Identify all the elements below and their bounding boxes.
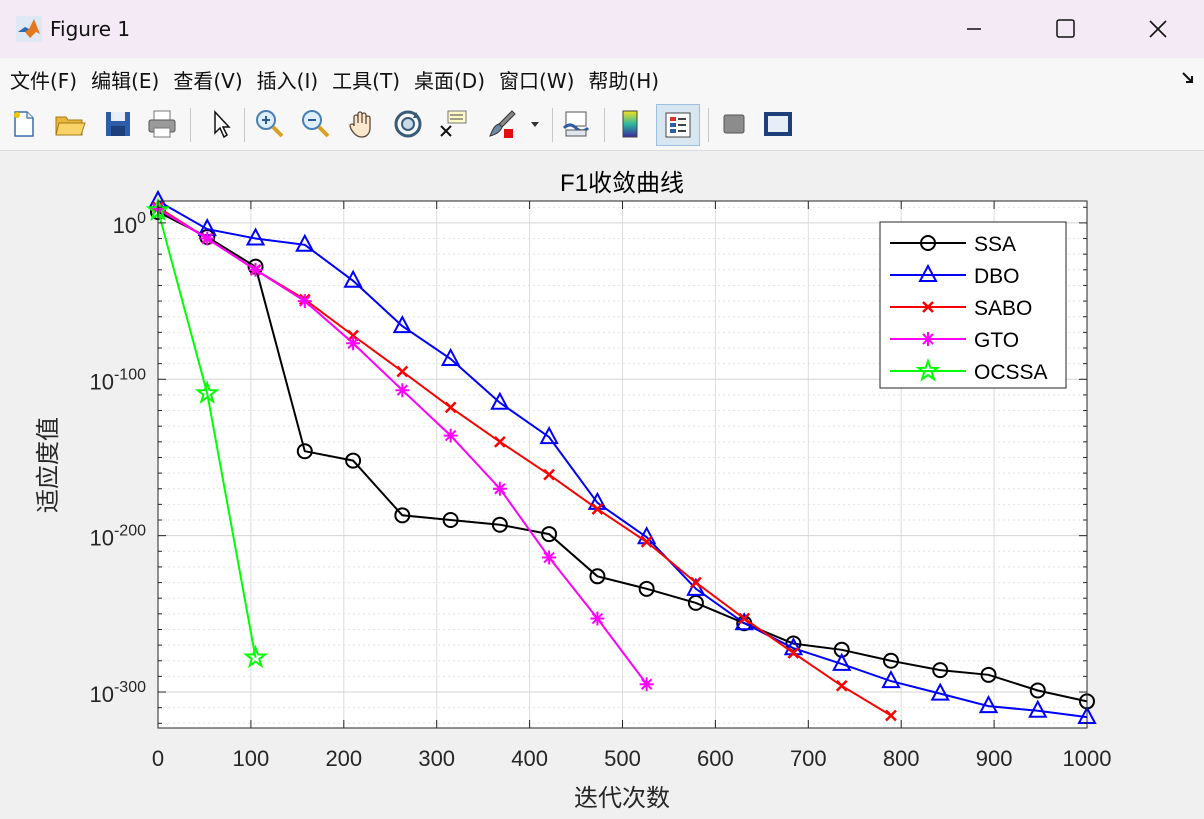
menu-help[interactable]: 帮助(H): [578, 65, 659, 94]
data-point: [346, 336, 361, 351]
pan-icon: [349, 111, 371, 138]
brush-button[interactable]: [484, 106, 520, 142]
x-tick-label: 400: [511, 746, 548, 771]
hide-plot-tools-button[interactable]: [716, 106, 752, 142]
minimize-icon: [967, 28, 981, 30]
y-axis-label: 适应度值: [35, 417, 62, 513]
y-tick-label: 10-300: [89, 679, 146, 707]
x-tick-label: 700: [790, 746, 827, 771]
show-plot-tools-icon: [764, 112, 792, 136]
menu-window[interactable]: 窗口(W): [489, 65, 574, 94]
edit-plot-button[interactable]: [202, 106, 238, 142]
colorbar-icon: [622, 110, 638, 138]
x-tick-label: 900: [976, 746, 1013, 771]
close-icon: [1149, 20, 1167, 38]
matlab-logo-icon: [16, 16, 42, 42]
legend-label: SABO: [974, 297, 1032, 320]
insert-legend-button[interactable]: [656, 104, 700, 146]
zoom-out-button[interactable]: [298, 106, 334, 142]
x-tick-label: 200: [325, 746, 362, 771]
zoom-out-icon: [302, 110, 330, 138]
menu-view[interactable]: 查看(V): [163, 65, 242, 94]
x-tick-label: 300: [418, 746, 455, 771]
data-point: [200, 231, 215, 246]
legend-label: OCSSA: [974, 361, 1048, 384]
data-point: [590, 611, 605, 626]
hide-plot-tools-icon: [723, 114, 745, 134]
data-point: [492, 481, 507, 496]
pan-button[interactable]: [344, 106, 380, 142]
maximize-icon: [1056, 19, 1075, 38]
data-point: [542, 550, 557, 565]
menu-bar: 文件(F) 编辑(E) 查看(V) 插入(I) 工具(T) 桌面(D) 窗口(W…: [0, 58, 1204, 100]
x-tick-label: 600: [697, 746, 734, 771]
data-tips-button[interactable]: [436, 106, 472, 142]
data-cursor-icon: [440, 110, 467, 137]
print-button[interactable]: [144, 106, 180, 142]
pointer-icon: [214, 110, 231, 139]
legend-marker: [921, 332, 935, 346]
brush-dropdown-button[interactable]: [524, 106, 546, 142]
rotate-button[interactable]: [390, 106, 426, 142]
link-plot-button[interactable]: [558, 106, 594, 142]
legend-label: DBO: [974, 265, 1020, 288]
new-figure-icon: [14, 111, 34, 137]
data-point: [639, 677, 654, 692]
convergence-chart[interactable]: 0 100 200 300 400 500 600 700 800 900 1000 100 10-10…: [0, 151, 1204, 815]
x-axis-label: 迭代次数: [574, 785, 670, 812]
x-tick-label: 0: [152, 746, 164, 771]
link-plot-icon: [562, 111, 590, 137]
data-point: [395, 383, 410, 398]
show-plot-tools-button[interactable]: [760, 106, 796, 142]
figure-toolbar: [0, 100, 1204, 151]
figure-canvas: 0 100 200 300 400 500 600 700 800 900 1000 100 10-10…: [0, 151, 1204, 815]
data-point: [443, 428, 458, 443]
new-figure-button[interactable]: [6, 106, 42, 142]
x-tick-label: 1000: [1063, 746, 1112, 771]
minimize-button[interactable]: [928, 0, 1020, 58]
print-icon: [148, 110, 176, 138]
open-file-icon: [55, 116, 86, 136]
x-tick-label: 800: [883, 746, 920, 771]
window-title: Figure 1: [50, 17, 131, 41]
data-point: [248, 262, 263, 277]
close-button[interactable]: [1112, 0, 1204, 58]
title-bar: Figure 1: [0, 0, 1204, 58]
menu-insert[interactable]: 插入(I): [247, 65, 319, 94]
x-tick-label: 100: [233, 746, 270, 771]
menu-edit[interactable]: 编辑(E): [81, 65, 159, 94]
x-tick-label: 500: [604, 746, 641, 771]
insert-colorbar-button[interactable]: [612, 106, 648, 142]
zoom-in-button[interactable]: [252, 106, 288, 142]
menu-desktop[interactable]: 桌面(D): [404, 65, 485, 94]
legend[interactable]: SSA DBO SABO GTO OCSSA: [879, 221, 1067, 389]
y-tick-label: 100: [113, 210, 146, 238]
rotate-3d-icon: [394, 110, 422, 138]
save-icon: [106, 112, 130, 136]
zoom-in-icon: [256, 110, 284, 138]
y-tick-label: 10-200: [89, 523, 146, 551]
legend-label: SSA: [974, 233, 1016, 256]
save-button[interactable]: [100, 106, 136, 142]
open-file-button[interactable]: [52, 106, 88, 142]
maximize-button[interactable]: [1020, 0, 1112, 58]
data-point: [297, 294, 312, 309]
chart-title: F1收敛曲线: [560, 170, 684, 197]
undock-arrow-icon[interactable]: [1180, 70, 1196, 86]
brush-icon: [489, 110, 516, 138]
menu-tools[interactable]: 工具(T): [322, 65, 400, 94]
y-tick-label: 10-100: [89, 366, 146, 394]
legend-icon: [665, 112, 691, 138]
chevron-down-icon: [531, 122, 539, 127]
legend-label: GTO: [974, 329, 1019, 352]
menu-file[interactable]: 文件(F): [0, 65, 77, 94]
